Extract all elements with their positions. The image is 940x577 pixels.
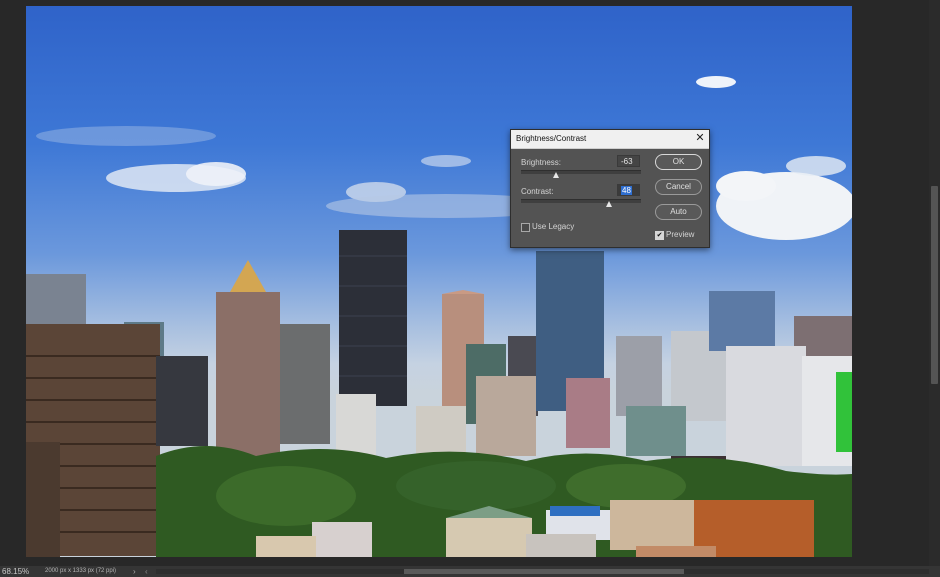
brightness-input[interactable]: -63 <box>617 155 640 167</box>
close-icon[interactable]: ✕ <box>693 131 707 146</box>
contrast-input[interactable]: 48 <box>617 184 640 196</box>
vertical-scrollbar[interactable] <box>929 0 940 566</box>
contrast-label: Contrast: <box>521 187 554 196</box>
contrast-slider-thumb[interactable] <box>606 201 612 207</box>
dialog-titlebar[interactable]: Brightness/Contrast ✕ <box>511 130 709 149</box>
photo-illustration <box>26 76 852 557</box>
zoom-level-field[interactable]: 68.15% <box>2 566 36 577</box>
status-menu-arrow-icon[interactable]: › <box>133 566 136 577</box>
brightness-contrast-dialog: Brightness/Contrast ✕ Brightness: -63 Co… <box>510 129 710 248</box>
document-canvas[interactable] <box>0 0 940 566</box>
city-skyline-photo <box>26 6 852 557</box>
ok-button[interactable]: OK <box>655 154 702 170</box>
horizontal-scrollbar-thumb[interactable] <box>404 569 684 574</box>
cancel-button[interactable]: Cancel <box>655 179 702 195</box>
brightness-label: Brightness: <box>521 158 562 167</box>
preview-checkbox[interactable]: ✔ <box>655 231 664 240</box>
horizontal-scrollbar[interactable] <box>156 569 929 574</box>
vertical-scrollbar-thumb[interactable] <box>931 186 938 384</box>
use-legacy-checkbox[interactable] <box>521 223 530 232</box>
auto-button[interactable]: Auto <box>655 204 702 220</box>
contrast-value-selected: 48 <box>621 186 632 195</box>
scroll-left-arrow-icon[interactable]: ‹ <box>145 566 148 577</box>
dialog-title: Brightness/Contrast <box>516 134 587 143</box>
brightness-slider[interactable] <box>521 170 641 174</box>
brightness-slider-thumb[interactable] <box>553 172 559 178</box>
document-info: 2000 px x 1333 px (72 ppi) <box>45 568 117 574</box>
preview-label[interactable]: Preview <box>666 230 694 239</box>
use-legacy-label[interactable]: Use Legacy <box>532 222 574 231</box>
status-bar: 68.15% 2000 px x 1333 px (72 ppi) › ‹ <box>0 566 940 577</box>
contrast-slider[interactable] <box>521 199 641 203</box>
